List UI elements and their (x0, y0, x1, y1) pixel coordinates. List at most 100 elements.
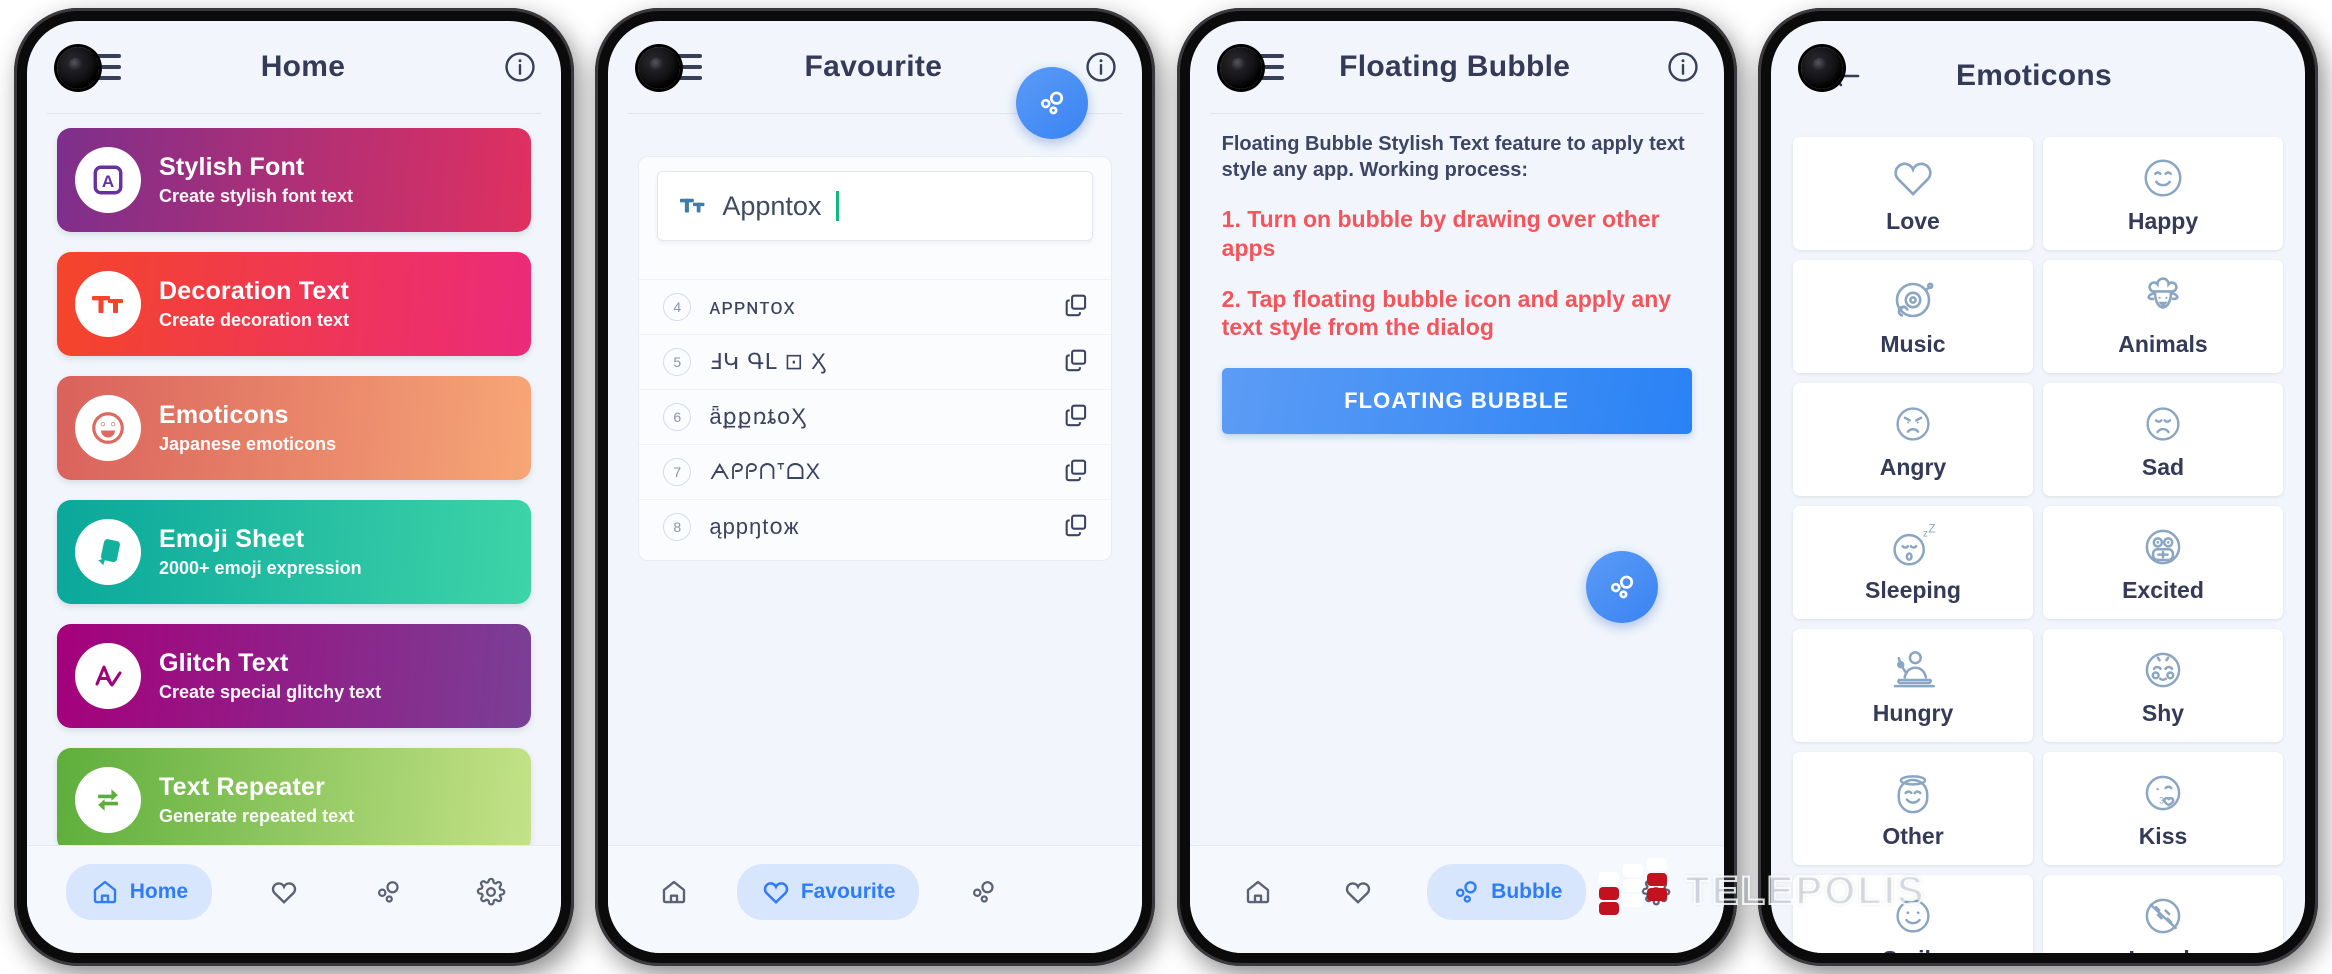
list-item[interactable]: 5 ℲԿ ԳԼ ⊡ Ӽ (639, 334, 1112, 389)
nav-item-bubble[interactable]: Bubble (952, 864, 1014, 920)
list-item[interactable]: 4 ᴀᴘᴘɴᴛᴏx (639, 279, 1112, 334)
nav-item-favourite[interactable]: Favourite (253, 864, 315, 920)
nav-item-label: Bubble (1491, 879, 1563, 903)
info-icon[interactable] (1666, 50, 1700, 84)
nav-item-settings[interactable]: Settings (460, 864, 522, 920)
emoticon-cell-love[interactable]: Love (1792, 137, 2033, 250)
home-card-list: A Stylish Font Create stylish font text … (27, 114, 561, 953)
row-index: 7 (663, 458, 692, 486)
list-item[interactable]: 6 ǟքքռȶօӼ (639, 389, 1112, 444)
favourite-row-list: 3- 4 ᴀᴘᴘɴᴛᴏx 5 ℲԿ ԳԼ ⊡ Ӽ (639, 225, 1112, 554)
emoticon-cell-hungry[interactable]: Hungry (1792, 629, 2033, 742)
nav-item-bubble[interactable]: Bubble (357, 864, 419, 920)
list-item-subtitle: Create decoration text (159, 309, 350, 330)
emoticon-label: Music (1880, 331, 1946, 357)
svg-text:Z: Z (1928, 524, 1935, 535)
text-format-icon (680, 198, 705, 213)
list-item[interactable]: Text Repeater Generate repeated text (57, 748, 531, 852)
floating-bubble-screen: Floating Bubble Floating Bubble Stylish … (1189, 21, 1724, 953)
list-item-title: Emoticons (159, 401, 289, 430)
nav-item-bubble[interactable]: Bubble (1427, 863, 1587, 920)
phone-floating-bubble: Floating Bubble Floating Bubble Stylish … (1176, 8, 1737, 966)
list-item[interactable]: Decoration Text Create decoration text (57, 252, 531, 356)
emoticon-cell-angry[interactable]: Angry (1792, 383, 2033, 496)
phone-home: Home A Stylish Font Create stylish font … (14, 8, 574, 966)
emoticon-label: Shy (2141, 700, 2185, 726)
page-title: Floating Bubble (1339, 50, 1571, 83)
nav-item-settings[interactable]: Settings (1625, 864, 1687, 920)
bubble-icon (972, 880, 994, 903)
list-item[interactable]: 7 ᗅᑭᑭᑎᐪᗝX (639, 444, 1112, 499)
emoticon-cell-sleeping[interactable]: zZ Sleeping (1792, 506, 2033, 619)
emoticons-screen: Emoticons Love Happy Music Animals Angry… (1770, 21, 2305, 953)
nav-item-home[interactable]: Home (65, 863, 213, 920)
row-index: 6 (663, 403, 692, 431)
list-item[interactable]: A Stylish Font Create stylish font text (57, 128, 531, 232)
emoticon-cell-animals[interactable]: Animals (2042, 260, 2283, 373)
emoticon-label: Angry (1879, 454, 1947, 480)
bubble-icon (1610, 575, 1633, 599)
list-item-title: Text Repeater (159, 773, 326, 802)
list-item-subtitle: Japanese emoticons (159, 433, 337, 454)
copy-icon[interactable] (1063, 457, 1089, 488)
info-icon[interactable] (1084, 50, 1118, 84)
svg-text:A: A (102, 172, 114, 191)
emoticon-cell-excited[interactable]: Excited (2042, 506, 2283, 619)
sheep-icon (2139, 275, 2187, 327)
happy-face-icon (2140, 152, 2186, 204)
list-item-title: Emoji Sheet (159, 525, 305, 554)
emoticon-cell-kiss[interactable]: 3 Kiss (2042, 752, 2283, 865)
list-item-title: Glitch Text (159, 649, 289, 678)
row-index: 8 (663, 513, 692, 541)
nav-item-label: Home (129, 879, 189, 903)
emoticon-cell-music[interactable]: Music (1792, 260, 2033, 373)
search-input[interactable]: Appntox (657, 171, 1094, 241)
list-item-subtitle: Create stylish font text (159, 185, 354, 206)
nav-item-favourite[interactable]: Favourite (736, 863, 920, 920)
list-item[interactable]: Glitch Text Create special glitchy text (57, 624, 531, 728)
emoticon-cell-happy[interactable]: Happy (2042, 137, 2283, 250)
vinyl-record-icon (1889, 275, 1937, 327)
emoticon-cell-laugh[interactable]: Laugh (2042, 875, 2283, 953)
phone-favourite: Favourite Appntox 4 ᴀᴘᴘɴᴛᴏx 5 ℲԿ ԳԼ ⊡ Ӽ … (595, 8, 1925, 966)
bubble-icon (377, 880, 399, 903)
info-icon[interactable] (503, 50, 537, 84)
list-item[interactable]: Emoticons Japanese emoticons (57, 376, 531, 480)
heart-outline-icon (1890, 152, 1936, 204)
emoticon-cell-other[interactable]: Other (1792, 752, 2033, 865)
floating-bubble-button[interactable]: FLOATING BUBBLE (1221, 368, 1692, 435)
copy-icon[interactable] (1063, 292, 1089, 323)
emoticon-label: Excited (2122, 577, 2204, 603)
favourite-panel: Appntox 3- 4 ᴀᴘᴘɴᴛᴏx 5 ℲԿ (638, 156, 1113, 561)
floating-bubble-fab[interactable] (1585, 551, 1658, 623)
emoticon-label: Other (1882, 823, 1944, 849)
nav-item-home[interactable]: Home (643, 864, 705, 920)
bubble-content: Floating Bubble Stylish Text feature to … (1190, 114, 1724, 435)
copy-icon[interactable] (1063, 347, 1089, 378)
list-item-subtitle: Generate repeated text (159, 805, 355, 826)
list-item[interactable]: Emoji Sheet 2000+ emoji expression (57, 500, 531, 604)
nav-item-favourite[interactable]: Favourite (1327, 864, 1389, 920)
emoticon-cell-sad[interactable]: Sad (2042, 383, 2283, 496)
shy-face-icon (2140, 644, 2186, 696)
home-appbar: Home (27, 21, 561, 113)
row-text: ᗅᑭᑭᑎᐪᗝX (709, 459, 822, 484)
list-item[interactable]: 8 ąppŋtօж (639, 499, 1112, 554)
floating-bubble-fab[interactable] (1016, 67, 1089, 139)
favourite-screen: Favourite Appntox 4 ᴀᴘᴘɴᴛᴏx 5 ℲԿ ԳԼ ⊡ Ӽ … (608, 21, 1143, 953)
bottom-navigation: Home Favourite Bubble Settings (1189, 845, 1724, 953)
emoji-card-icon (75, 519, 141, 585)
bottom-navigation: Home Favourite Bubble Settings (608, 845, 1143, 953)
gear-icon (477, 877, 506, 905)
svg-text:z: z (1923, 528, 1928, 539)
row-text: ℲԿ ԳԼ ⊡ Ӽ (709, 349, 827, 374)
copy-icon[interactable] (1063, 402, 1089, 433)
home-icon (662, 880, 685, 903)
bottom-navigation: Home Favourite Bubble Settings (27, 845, 561, 953)
copy-icon[interactable] (1063, 512, 1089, 543)
angry-face-icon (1891, 398, 1935, 450)
emoticon-cell-smile[interactable]: Smile (1792, 875, 2033, 953)
emoticon-cell-shy[interactable]: Shy (2042, 629, 2283, 742)
nav-item-home[interactable]: Home (1227, 864, 1289, 920)
